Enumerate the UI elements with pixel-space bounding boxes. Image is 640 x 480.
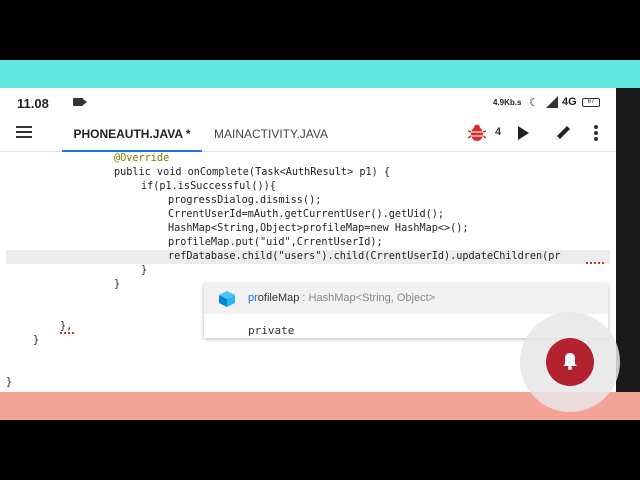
network-type: 4G — [562, 96, 577, 108]
autocomplete-label: profileMap : HashMap<String, Object> — [248, 292, 436, 304]
more-options-icon[interactable] — [594, 125, 598, 141]
code-line: } — [141, 265, 148, 276]
code-line: } — [6, 377, 13, 388]
bug-icon[interactable] — [468, 124, 486, 142]
notification-button[interactable] — [546, 338, 594, 386]
code-line: CrrentUserId=mAuth.getCurrentUser().getU… — [168, 209, 445, 220]
status-bar: 11.08 4.9Kb.s ☾ 4G 67 — [0, 88, 616, 116]
edit-icon[interactable] — [554, 124, 572, 142]
autocomplete-next-item[interactable]: private — [248, 324, 294, 337]
code-line-current: refDatabase.child("users").child(CrrentU… — [6, 250, 610, 264]
bug-count: 4 — [495, 126, 502, 138]
clock: 11.08 — [17, 96, 49, 111]
tab-phoneauth[interactable]: PHONEAUTH.JAVA * — [62, 116, 202, 152]
bell-icon — [563, 353, 577, 370]
top-band — [0, 60, 640, 88]
battery-icon: 67 — [582, 98, 600, 107]
screen-edge — [616, 88, 640, 392]
network-speed: 4.9Kb.s — [493, 98, 522, 107]
code-line: @Override — [114, 153, 170, 164]
code-line: } — [33, 335, 40, 346]
code-line: profileMap.put("uid",CrrentUserId); — [168, 237, 383, 248]
code-line: progressDialog.dismiss(); — [168, 195, 322, 206]
autocomplete-item[interactable]: profileMap : HashMap<String, Object> — [204, 284, 608, 314]
field-cube-icon — [219, 291, 235, 307]
error-squiggle — [586, 261, 604, 264]
error-squiggle — [60, 331, 74, 334]
code-line: HashMap<String,Object>profileMap=new Has… — [168, 223, 469, 234]
signal-icon — [546, 96, 558, 108]
code-line: public void onComplete(Task<AuthResult> … — [114, 167, 391, 178]
menu-icon[interactable] — [16, 126, 32, 140]
play-icon[interactable] — [518, 126, 529, 140]
code-line: if(p1.isSuccessful()){ — [141, 181, 276, 192]
video-record-icon — [73, 98, 87, 106]
tab-mainactivity[interactable]: MAINACTIVITY.JAVA — [206, 116, 336, 152]
do-not-disturb-icon: ☾ — [529, 97, 539, 109]
editor-toolbar: PHONEAUTH.JAVA * MAINACTIVITY.JAVA 4 — [0, 116, 616, 152]
code-line: } — [114, 279, 121, 290]
